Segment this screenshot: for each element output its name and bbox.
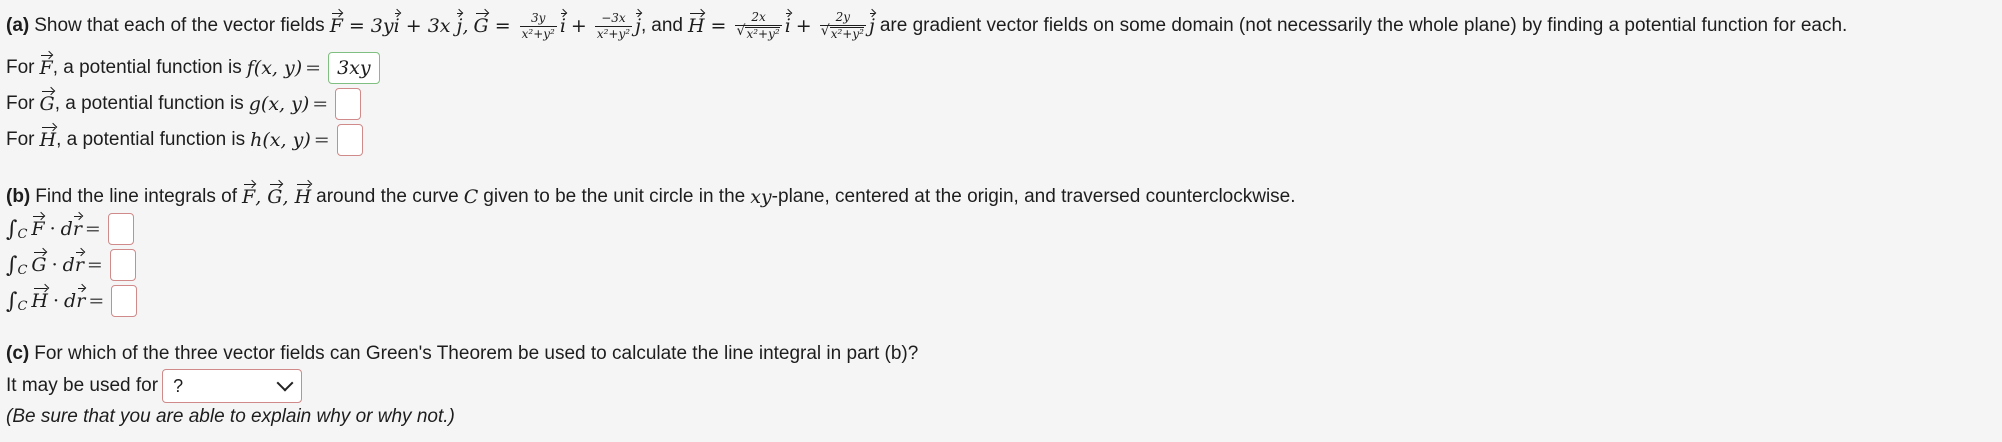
F-definition: 3yi + 3x j, [370,13,469,37]
integral-row-H: ∫ C H · dr = [6,284,138,318]
vector-H-symbol: H [687,13,705,37]
greens-theorem-select[interactable]: ? [162,369,303,403]
part-b-label: (b) [6,186,31,207]
part-a-prompt-end: are gradient vector fields on some domai… [879,15,1848,36]
answer-input-g[interactable] [335,88,362,120]
potential-row-F: For F , a potential function is f(x, y) … [6,51,380,85]
part-b-statement: (b) Find the line integrals of F, G, H a… [6,184,1296,208]
vector-G-symbol: G [473,13,489,37]
potential-row-G: For G , a potential function is g(x, y) … [6,87,362,121]
H-fraction-2: 2y x²+y² [819,11,866,41]
integral-sign: ∫ [6,288,18,314]
part-c-statement: (c) For which of the three vector fields… [6,343,919,364]
and-word: and [651,15,683,36]
vector-F-symbol: F [329,13,343,37]
select-value: ? [173,375,184,396]
integral-sign: ∫ [6,216,18,242]
greens-theorem-row: It may be used for ? [6,367,303,405]
answer-input-integral-G[interactable] [109,249,136,281]
G-fraction-1: 3y x²+y² [519,10,557,41]
problem-page: (a) Show that each of the vector fields … [0,0,2002,442]
part-c-note: (Be sure that you are able to explain wh… [6,406,455,427]
answer-input-h[interactable] [336,124,363,156]
part-a-statement: (a) Show that each of the vector fields … [6,11,1847,41]
answer-input-integral-H[interactable] [111,285,138,317]
integral-sign: ∫ [6,252,18,278]
part-a-label: (a) [6,15,30,36]
answer-input-f[interactable]: 3xy [328,52,380,84]
integral-row-G: ∫ C G · dr = [6,248,136,282]
part-c-label: (c) [6,343,30,364]
part-a-prompt-start: Show that each of the vector fields [34,15,325,36]
H-fraction-1: 2x x²+y² [735,11,782,41]
G-fraction-2: −3x x²+y² [594,10,633,41]
chevron-down-icon [276,374,294,392]
integral-row-F: ∫ C F · dr = [6,212,134,246]
answer-input-integral-F[interactable] [107,213,134,245]
potential-row-H: For H , a potential function is h(x, y) … [6,123,363,157]
